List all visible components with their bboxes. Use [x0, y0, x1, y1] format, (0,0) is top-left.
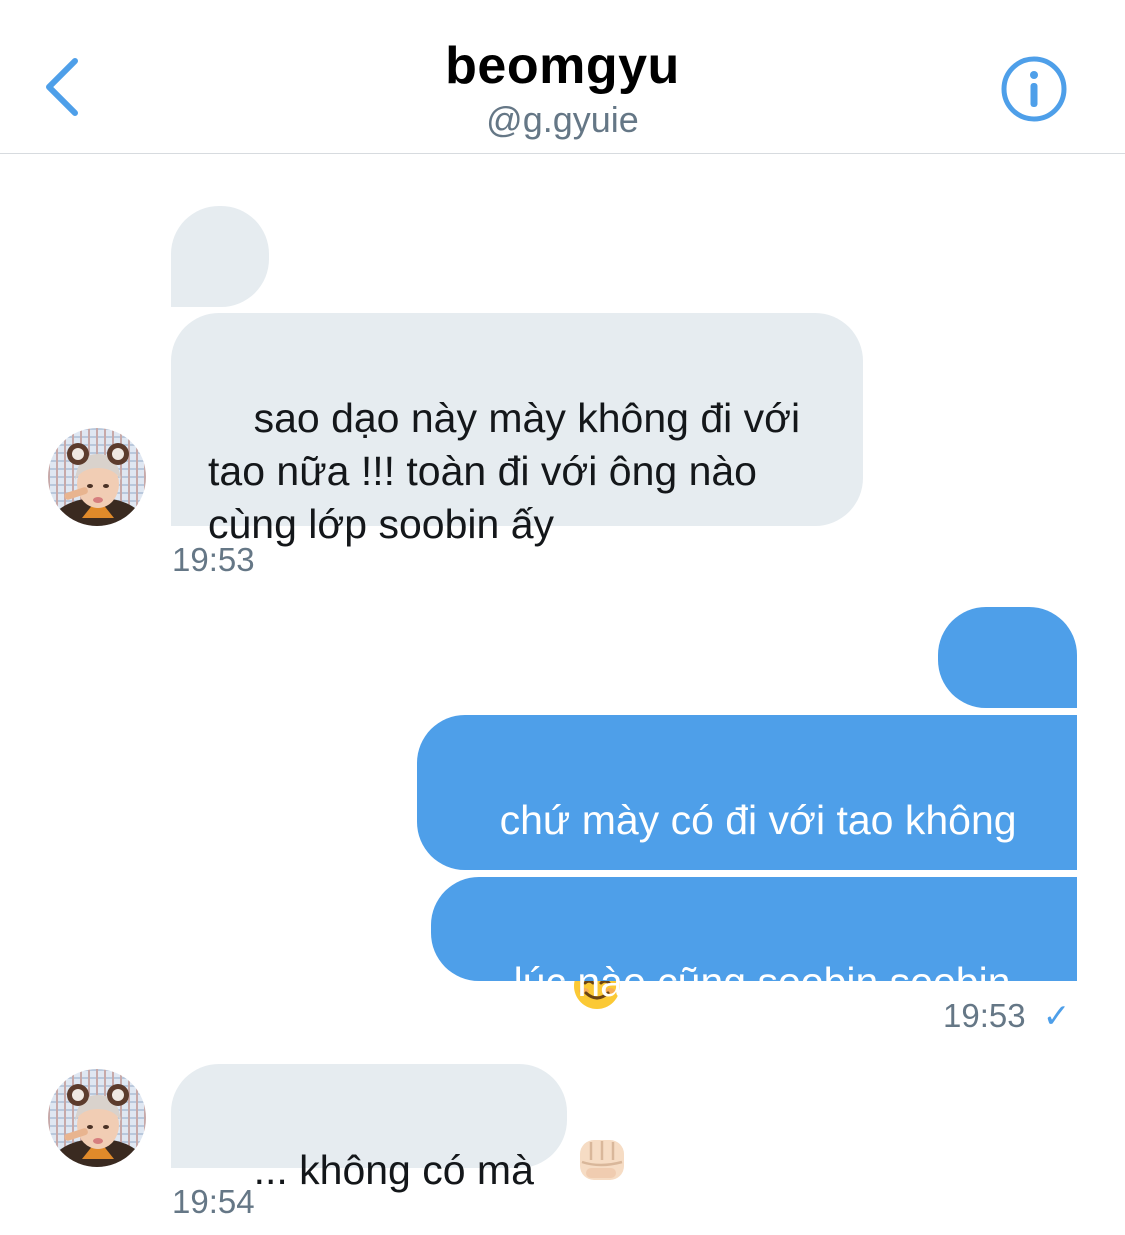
message-bubble-incoming[interactable]: sao dạo này mày không đi với tao nữa !!!… [171, 313, 863, 547]
conversation-title-block[interactable]: beomgyu @g.gyuie [300, 36, 825, 142]
avatar[interactable] [48, 1069, 146, 1167]
info-icon [1001, 56, 1067, 122]
message-timestamp: 19:53 ✓ [943, 996, 1070, 1036]
chevron-left-icon [46, 58, 78, 116]
message-text: lúc nào cũng soobin soobin [513, 959, 1011, 1005]
message-bubble-incoming[interactable]: ... không có mà [171, 1064, 567, 1193]
info-button[interactable] [1000, 55, 1068, 123]
avatar[interactable] [48, 428, 146, 526]
message-text: ... không có mà [253, 1147, 534, 1193]
message-bubble-outgoing[interactable]: đm [938, 607, 1077, 786]
message-timestamp: 19:53 [172, 541, 255, 578]
conversation-title: beomgyu [445, 37, 680, 95]
user-avatar-image [48, 428, 146, 526]
message-timestamp: 19:54 [172, 1183, 255, 1220]
message-bubble-incoming[interactable]: ê [171, 206, 269, 385]
conversation-handle: @g.gyuie [486, 99, 639, 140]
message-text: sao dạo này mày không đi với tao nữa !!!… [208, 395, 812, 547]
message-bubble-outgoing[interactable]: chứ mày có đi với tao không [417, 715, 1077, 1180]
dm-conversation-screen: beomgyu @g.gyuie ê sao dạo này mày không… [0, 0, 1125, 1235]
conversation-header: beomgyu @g.gyuie [0, 0, 1125, 154]
message-bubble-outgoing[interactable]: lúc nào cũng soobin soobin [431, 877, 1077, 1005]
timestamp-text: 19:53 [943, 997, 1026, 1034]
user-avatar-image [48, 1069, 146, 1167]
read-receipt-check-icon: ✓ [1042, 997, 1071, 1034]
message-text: chứ mày có đi với tao không [499, 797, 1017, 843]
back-button[interactable] [36, 52, 86, 122]
